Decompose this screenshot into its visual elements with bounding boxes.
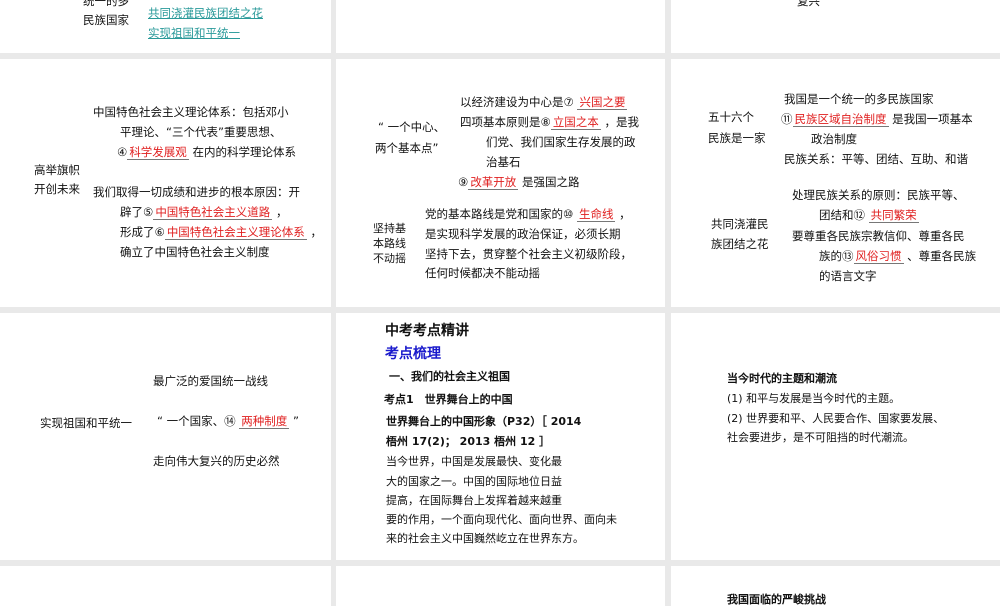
text-line: 大的国家之一。中国的国际地位日益 [386,475,562,488]
text-line: ⑪ 民族区域自治制度 是我国一项基本 [781,112,973,127]
label: 族团结之花 [711,237,769,251]
slide-r2-right: 五十六个 民族是一家 我国是一个统一的多民族国家 ⑪ 民族区域自治制度 是我国一项… [671,59,1000,307]
section-heading: 一、我们的社会主义祖国 [389,370,510,383]
answer-blank: 生命线 [576,207,616,222]
text-line: 们党、我们国家生存发展的政 [486,135,636,149]
point-heading: 考点1 世界舞台上的中国 [384,393,513,406]
text-line: 治基石 [486,155,521,169]
text-line: 形成了⑥ 中国特色社会主义理论体系 ， [120,225,322,240]
text-line: 党的基本路线是党和国家的⑩ 生命线 ， [425,207,631,222]
text-line: 平理论、“三个代表”重要思想、 [120,125,282,139]
text-line: 确立了中国特色社会主义制度 [120,245,270,259]
slide-r1-left: 统一的多 民族国家 共同浇灌民族团结之花 实现祖国和平统一 [0,0,331,53]
slide-subtitle: 考点梳理 [385,346,441,362]
slide-r2-left: 高举旗帜 开创未来 中国特色社会主义理论体系：包括邓小 平理论、“三个代表”重要… [0,59,331,307]
text-line: 要的作用，一个面向现代化、面向世界、面向未 [386,513,617,526]
slide-r4-mid [336,566,665,606]
text-line: 处理民族关系的原则：民族平等、 [792,188,965,202]
text-line: 世界舞台上的中国形象（P32）［ 2014 [386,415,582,428]
answer-blank: 立国之本 [550,115,601,130]
answer-blank: 中国特色社会主义道路 [153,205,273,220]
text-line: 族的⑬ 风俗习惯 、尊重各民族 [819,249,977,264]
label: 本路线 [373,237,406,250]
text-line: 提高，在国际舞台上发挥着越来越重 [386,494,562,507]
text-line: 当今世界，中国是发展最快、变化最 [386,455,562,468]
text-line: 我国是一个统一的多民族国家 [784,92,934,106]
link-national-unity[interactable]: 共同浇灌民族团结之花 [148,6,263,20]
text-line: 来的社会主义中国巍然屹立在世界东方。 [386,532,584,545]
label: 高举旗帜 [34,163,80,177]
label: 民族是一家 [708,131,766,145]
slide-r1-mid [336,0,665,53]
text-line: 中国特色社会主义理论体系：包括邓小 [93,105,289,119]
label: 统一的多 [83,0,129,8]
text-line: 社会要进步，是不可阻挡的时代潮流。 [727,431,914,444]
link-reunification[interactable]: 实现祖国和平统一 [148,26,240,40]
slide-r3-mid: 中考考点精讲 考点梳理 一、我们的社会主义祖国 考点1 世界舞台上的中国 世界舞… [336,313,665,560]
answer-blank: 兴国之要 [577,95,628,110]
text-line: 是实现科学发展的政治保证，必须长期 [425,227,621,241]
answer-blank: 共同繁荣 [868,208,919,223]
text-line: 政治制度 [811,132,857,146]
text-line: (1) 和平与发展是当今时代的主题。 [727,392,901,405]
label: 坚持基 [373,222,406,235]
text-line: ⑨ 改革开放 是强国之路 [458,175,580,190]
slide-r3-left: 最广泛的爱国统一战线 实现祖国和平统一 “ 一个国家、⑭ 两种制度 ” 走向伟大… [0,313,331,560]
text-line: 以经济建设为中心是⑦ 兴国之要 [460,95,628,110]
text-line: 坚持下去，贯穿整个社会主义初级阶段， [425,247,632,261]
text-line: 走向伟大复兴的历史必然 [153,454,280,468]
label: 开创未来 [34,182,80,196]
text-fragment: 复兴 [797,0,820,8]
label: “ 一个中心、 [378,120,446,134]
label: 两个基本点” [375,141,439,155]
text-line: ④ 科学发展观 在内的科学理论体系 [117,145,296,160]
text-line: 四项基本原则是⑧ 立国之本 ，是我 [460,115,639,130]
slide-r3-right: 当今时代的主题和潮流 (1) 和平与发展是当今时代的主题。 (2) 世界要和平、… [671,313,1000,560]
label: 五十六个 [708,110,754,124]
text-line: 辟了⑤ 中国特色社会主义道路 ， [120,205,288,220]
text-line: 最广泛的爱国统一战线 [153,374,268,388]
answer-blank: 风俗习惯 [853,249,904,264]
text-line: (2) 世界要和平、人民要合作、国家要发展、 [727,412,945,425]
text-line: 的语言文字 [819,269,877,283]
slide-r2-mid: “ 一个中心、 两个基本点” 以经济建设为中心是⑦ 兴国之要 四项基本原则是⑧ 立… [336,59,665,307]
answer-blank: 民族区域自治制度 [792,112,889,127]
label: 不动摇 [373,252,406,265]
slide-r4-left [0,566,331,606]
text-line: “ 一个国家、⑭ 两种制度 ” [157,414,299,429]
text-line: 民族关系：平等、团结、互助、和谐 [784,152,968,166]
slide-r1-right: 复兴 [671,0,1000,53]
answer-blank: 两种制度 [239,414,290,429]
label: 共同浇灌民 [711,217,769,231]
text-line: 我们取得一切成绩和进步的根本原因：开 [93,185,300,199]
section-heading: 当今时代的主题和潮流 [727,372,837,385]
text-line: 梧州 17(2)； 2013 梧州 12 ］ [386,435,551,448]
slide-title: 中考考点精讲 [385,323,469,339]
label: 民族国家 [83,13,129,27]
answer-blank: 科学发展观 [127,145,189,160]
text-line: 要尊重各民族宗教信仰、尊重各民 [792,229,965,243]
answer-blank: 改革开放 [468,175,519,190]
label: 实现祖国和平统一 [40,416,132,430]
slide-r4-right: 我国面临的严峻挑战 [671,566,1000,606]
answer-blank: 中国特色社会主义理论体系 [164,225,307,240]
text-line: 任何时候都决不能动摇 [425,266,540,280]
text-line: 团结和⑫ 共同繁荣 [819,208,919,223]
